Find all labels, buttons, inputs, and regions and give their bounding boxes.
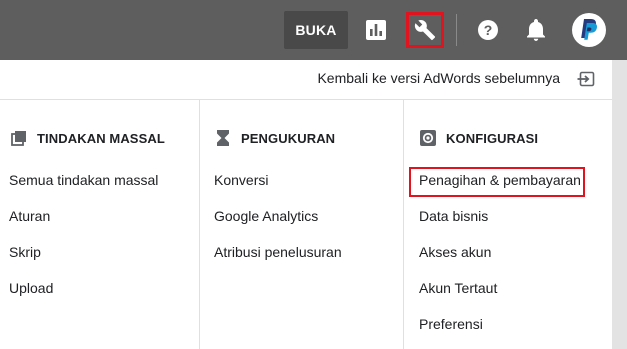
menu-item-data-bisnis[interactable]: Data bisnis bbox=[419, 207, 488, 225]
menu-item-akun-tertaut[interactable]: Akun Tertaut bbox=[419, 279, 497, 297]
hourglass-icon bbox=[214, 130, 231, 147]
menu-item-upload[interactable]: Upload bbox=[9, 279, 53, 297]
wrench-icon[interactable] bbox=[406, 12, 444, 48]
bulk-actions-icon bbox=[10, 130, 27, 147]
menu-item-penagihan-pembayaran[interactable]: Penagihan & pembayaran bbox=[419, 171, 581, 189]
konfigurasi-heading: KONFIGURASI bbox=[446, 130, 539, 146]
tools-menu-panel: Kembali ke versi AdWords sebelumnya TIND… bbox=[0, 60, 612, 349]
column-konfigurasi: KONFIGURASI Penagihan & pembayaran Data … bbox=[403, 100, 612, 349]
kembali-row[interactable]: Kembali ke versi AdWords sebelumnya bbox=[0, 60, 612, 100]
menu-item-semua-tindakan-massal[interactable]: Semua tindakan massal bbox=[9, 171, 158, 189]
kembali-link[interactable]: Kembali ke versi AdWords sebelumnya bbox=[317, 70, 560, 86]
tindakan-massal-heading: TINDAKAN MASSAL bbox=[37, 130, 165, 146]
settings-icon bbox=[419, 130, 436, 147]
column-pengukuran: PENGUKURAN Konversi Google Analytics Atr… bbox=[199, 100, 403, 349]
menu-item-skrip[interactable]: Skrip bbox=[9, 243, 41, 261]
menu-item-konversi[interactable]: Konversi bbox=[214, 171, 268, 189]
pengukuran-heading: PENGUKURAN bbox=[241, 130, 336, 146]
help-icon[interactable]: ? bbox=[472, 14, 504, 46]
column-tindakan-massal: TINDAKAN MASSAL Semua tindakan massal At… bbox=[0, 100, 199, 349]
column-heading: PENGUKURAN bbox=[214, 129, 335, 147]
exit-icon[interactable] bbox=[577, 69, 597, 89]
menu-item-akses-akun[interactable]: Akses akun bbox=[419, 243, 491, 261]
svg-text:?: ? bbox=[484, 22, 493, 38]
toolbar-divider bbox=[456, 14, 457, 46]
column-heading: TINDAKAN MASSAL bbox=[10, 129, 165, 147]
bell-icon[interactable] bbox=[520, 14, 552, 46]
menu-item-aturan[interactable]: Aturan bbox=[9, 207, 50, 225]
scrollbar[interactable] bbox=[612, 60, 627, 349]
top-bar: BUKA ? bbox=[0, 0, 627, 60]
paypal-avatar[interactable] bbox=[572, 13, 606, 47]
reports-icon[interactable] bbox=[360, 14, 392, 46]
column-heading: KONFIGURASI bbox=[419, 129, 538, 147]
menu-item-google-analytics[interactable]: Google Analytics bbox=[214, 207, 318, 225]
menu-item-atribusi-penelusuran[interactable]: Atribusi penelusuran bbox=[214, 243, 342, 261]
buka-button[interactable]: BUKA bbox=[284, 11, 348, 49]
menu-item-preferensi[interactable]: Preferensi bbox=[419, 315, 483, 333]
